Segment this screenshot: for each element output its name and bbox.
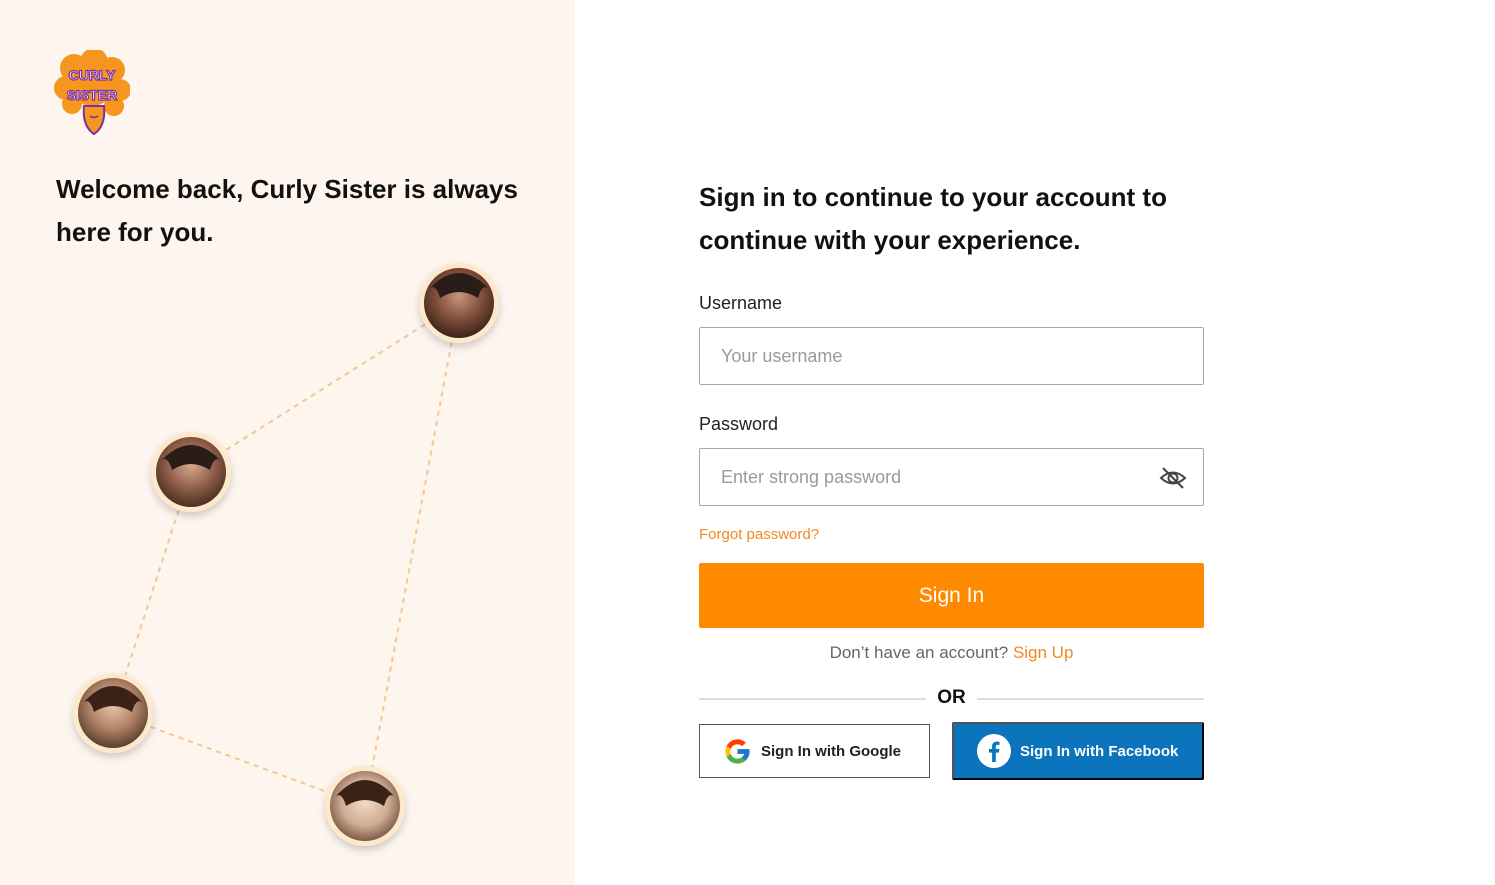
or-divider: OR	[699, 687, 1204, 711]
google-icon	[725, 738, 750, 764]
signup-prompt: Don’t have an account? Sign Up	[699, 643, 1204, 663]
sign-up-link[interactable]: Sign Up	[1013, 643, 1073, 662]
avatar-woman-1	[419, 263, 499, 343]
avatar-woman-4	[325, 766, 405, 846]
google-button-label: Sign In with Google	[761, 742, 901, 760]
facebook-signin-button[interactable]: Sign In with Facebook	[952, 722, 1204, 780]
sign-in-button[interactable]: Sign In	[699, 563, 1204, 628]
password-field-box[interactable]	[699, 448, 1204, 506]
avatar-woman-2	[151, 432, 231, 512]
username-input[interactable]	[700, 328, 1203, 384]
welcome-panel: CURLY SISTER Welcome back, Curly Sister …	[0, 0, 575, 885]
avatar-network-illustration	[73, 263, 499, 846]
or-label: OR	[937, 687, 966, 708]
facebook-button-label: Sign In with Facebook	[1020, 742, 1179, 760]
password-label: Password	[699, 414, 779, 434]
username-field-box[interactable]	[699, 327, 1204, 385]
avatar-woman-3	[73, 673, 153, 753]
facebook-icon	[977, 734, 1011, 768]
forgot-password-link[interactable]: Forgot password?	[699, 526, 819, 543]
username-label: Username	[699, 293, 783, 313]
password-input[interactable]	[700, 449, 1203, 505]
google-signin-button[interactable]: Sign In with Google	[699, 724, 930, 778]
no-account-text: Don’t have an account?	[829, 643, 1009, 662]
eye-off-icon[interactable]	[1159, 465, 1187, 491]
signin-heading: Sign in to continue to your account to c…	[699, 182, 1167, 255]
